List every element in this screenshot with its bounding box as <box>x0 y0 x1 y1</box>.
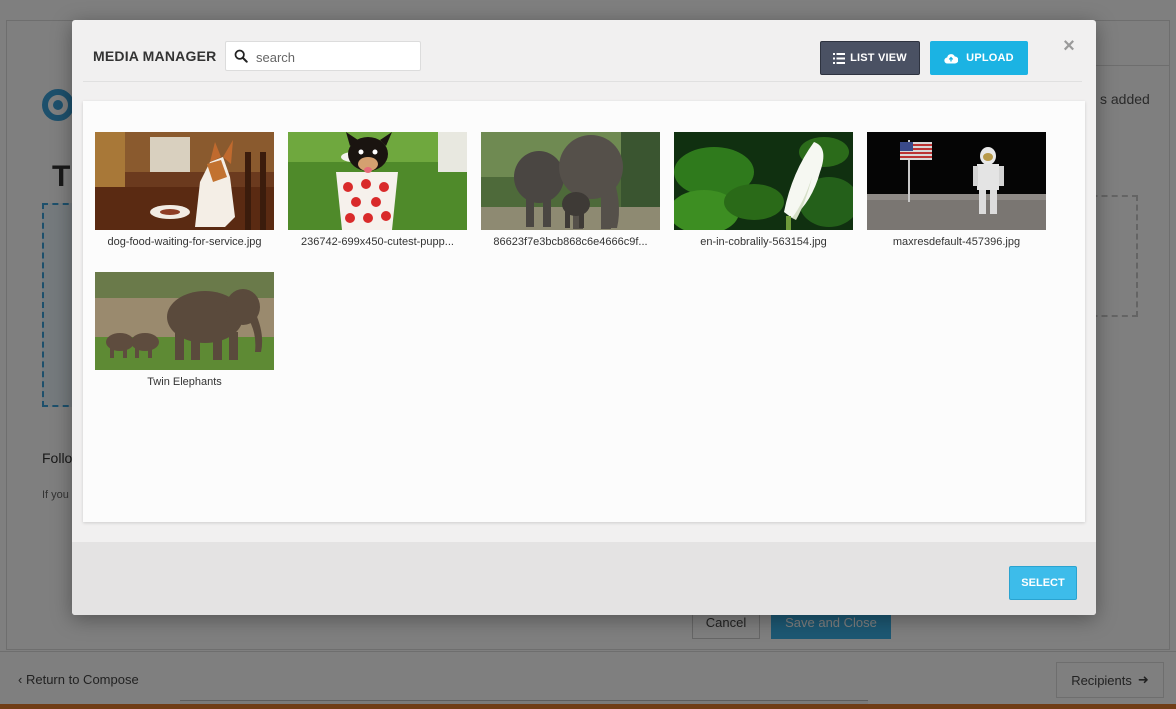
cobra-lily-thumbnail[interactable] <box>674 132 853 230</box>
search-input[interactable] <box>256 47 416 67</box>
media-caption: Twin Elephants <box>147 376 222 388</box>
dog-photo-thumbnail[interactable] <box>95 132 274 230</box>
media-caption: en-in-cobralily-563154.jpg <box>700 236 827 248</box>
media-item[interactable]: 86623f7e3bcb868c6e4666c9f... <box>481 132 660 272</box>
cloud-upload-icon <box>944 53 959 64</box>
moon-landing-image <box>867 132 1046 230</box>
header-divider <box>83 81 1082 82</box>
list-view-label: LIST VIEW <box>850 52 907 64</box>
upload-label: UPLOAD <box>966 52 1014 64</box>
puppy-in-cup-image <box>288 132 467 230</box>
media-grid: dog-food-waiting-for-service.jpg 236742-… <box>95 132 1075 412</box>
upload-button[interactable]: UPLOAD <box>930 41 1028 75</box>
media-manager-modal: MEDIA MANAGER LIST VIEW UPLOAD × <box>72 20 1096 615</box>
dog-photo-image <box>95 132 274 230</box>
select-button[interactable]: SELECT <box>1009 566 1077 600</box>
twin-elephants-image <box>95 272 274 370</box>
modal-footer: SELECT <box>72 542 1096 615</box>
media-caption: 236742-699x450-cutest-pupp... <box>301 236 454 248</box>
media-caption: 86623f7e3bcb868c6e4666c9f... <box>493 236 648 248</box>
list-view-button[interactable]: LIST VIEW <box>820 41 920 75</box>
media-caption: maxresdefault-457396.jpg <box>892 236 1021 248</box>
cobra-lily-image <box>674 132 853 230</box>
media-item[interactable]: maxresdefault-457396.jpg <box>867 132 1046 272</box>
media-grid-panel: dog-food-waiting-for-service.jpg 236742-… <box>83 101 1085 522</box>
media-item[interactable]: Twin Elephants <box>95 272 274 412</box>
media-item[interactable]: 236742-699x450-cutest-pupp... <box>288 132 467 272</box>
search-box[interactable] <box>225 41 421 71</box>
close-icon[interactable]: × <box>1061 34 1077 58</box>
modal-header: MEDIA MANAGER LIST VIEW UPLOAD × <box>72 20 1096 100</box>
list-icon <box>833 52 846 64</box>
media-caption: dog-food-waiting-for-service.jpg <box>107 236 262 248</box>
puppy-in-cup-thumbnail[interactable] <box>288 132 467 230</box>
search-icon <box>234 49 248 63</box>
elephant-family-thumbnail[interactable] <box>481 132 660 230</box>
media-item[interactable]: en-in-cobralily-563154.jpg <box>674 132 853 272</box>
moon-landing-thumbnail[interactable] <box>867 132 1046 230</box>
modal-title: MEDIA MANAGER <box>93 48 217 64</box>
elephant-family-image <box>481 132 660 230</box>
media-item[interactable]: dog-food-waiting-for-service.jpg <box>95 132 274 272</box>
twin-elephants-thumbnail[interactable] <box>95 272 274 370</box>
